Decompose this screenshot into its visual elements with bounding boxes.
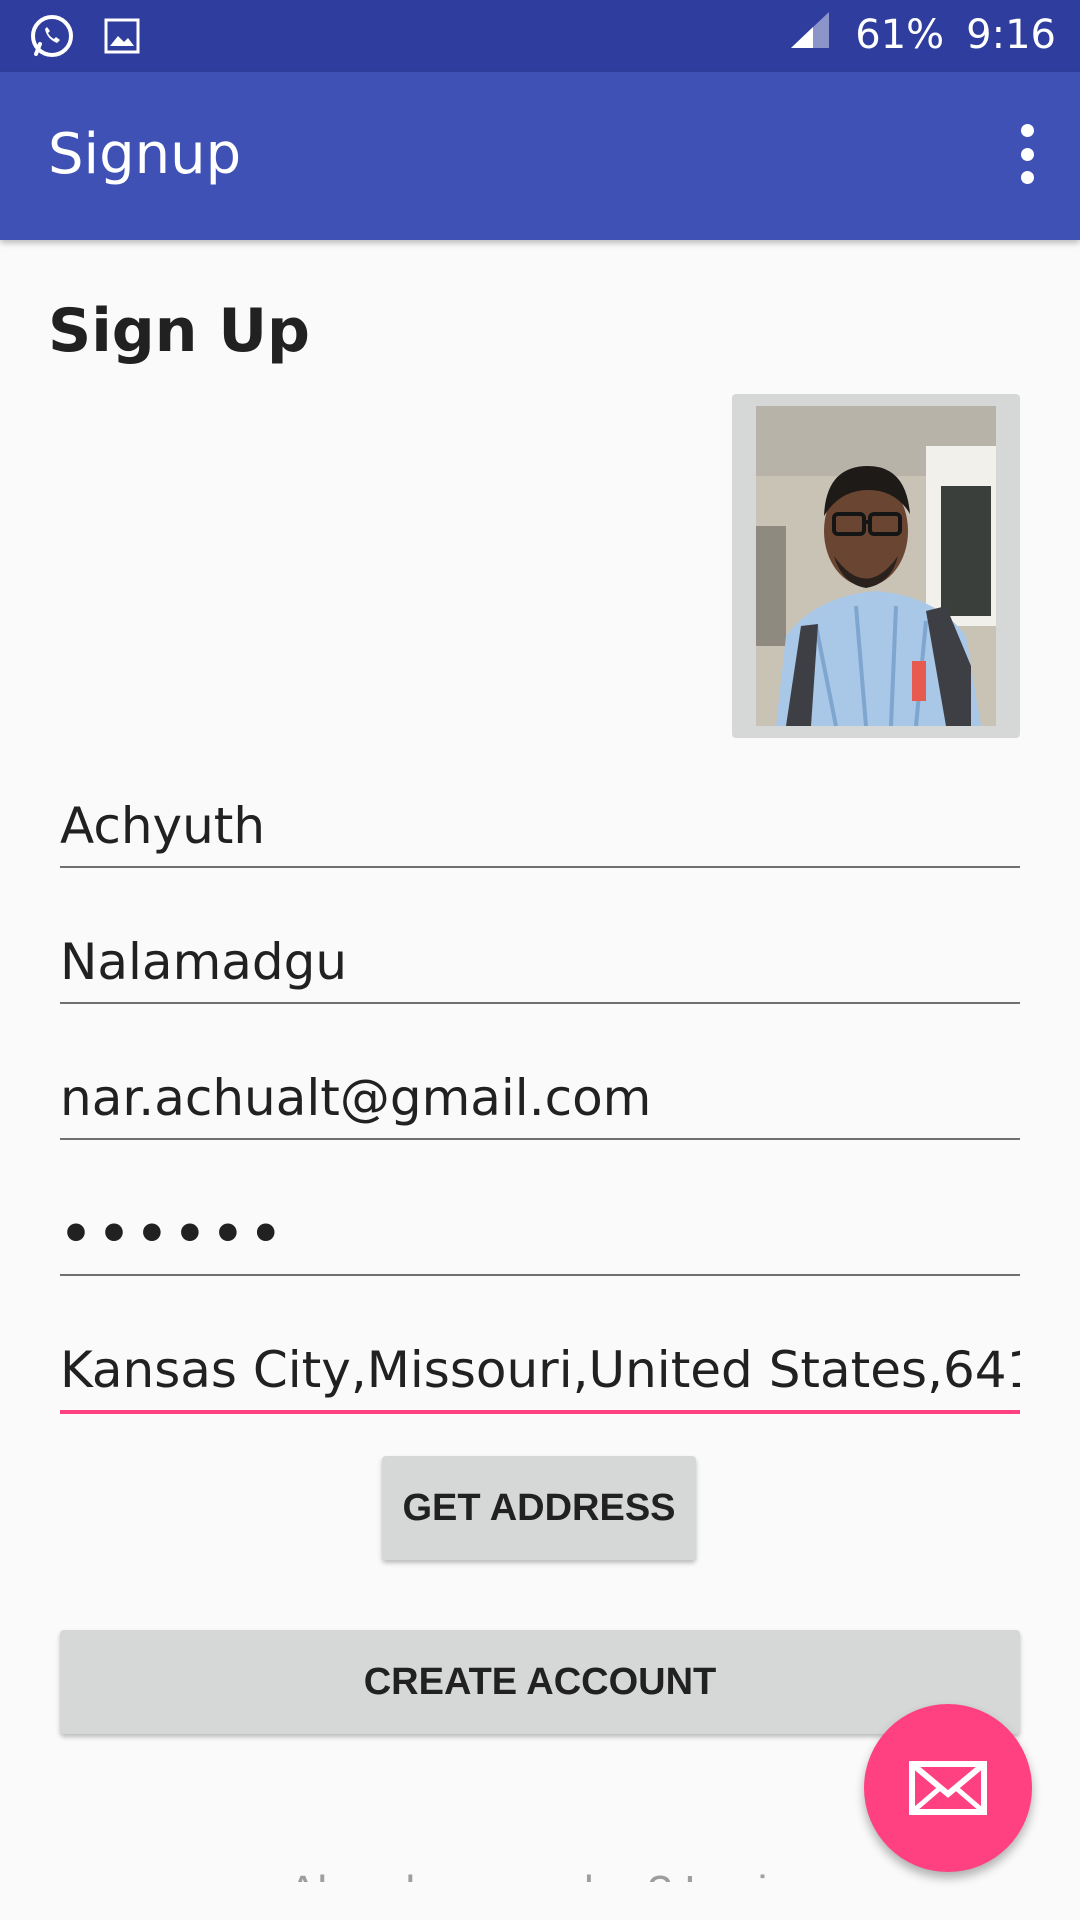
app-bar: Signup — [0, 72, 1080, 240]
profile-photo-button[interactable] — [732, 394, 1020, 738]
whatsapp-icon — [28, 12, 76, 64]
signal-icon — [789, 10, 833, 60]
email-field[interactable]: nar.achualt@gmail.com — [60, 1058, 1020, 1140]
page-title: Sign Up — [48, 296, 311, 366]
status-right: 61% 9:16 — [789, 10, 1056, 60]
battery-percent: 61% — [855, 12, 945, 58]
last-name-value: Nalamadgu — [60, 933, 348, 991]
login-prompt-label: Already a member? Login — [288, 1867, 792, 1882]
email-value: nar.achualt@gmail.com — [60, 1069, 652, 1127]
clock: 9:16 — [966, 12, 1056, 58]
status-bar: 61% 9:16 — [0, 0, 1080, 72]
first-name-field[interactable]: Achyuth — [60, 786, 1020, 868]
get-address-button[interactable]: GET ADDRESS — [382, 1456, 696, 1560]
first-name-value: Achyuth — [60, 797, 266, 855]
profile-photo — [756, 406, 996, 726]
app-title: Signup — [48, 122, 242, 187]
address-value: Kansas City,Missouri,United States,6411 — [60, 1341, 1020, 1399]
mail-fab-button[interactable] — [864, 1704, 1032, 1872]
password-mask: •••••• — [60, 1205, 288, 1263]
image-icon — [100, 14, 144, 62]
password-field[interactable]: •••••• — [60, 1194, 1020, 1276]
more-vert-icon[interactable] — [1012, 124, 1042, 184]
mail-icon — [909, 1761, 987, 1815]
address-field[interactable]: Kansas City,Missouri,United States,6411 — [60, 1330, 1020, 1414]
status-left-icons — [28, 12, 144, 64]
last-name-field[interactable]: Nalamadgu — [60, 922, 1020, 1004]
